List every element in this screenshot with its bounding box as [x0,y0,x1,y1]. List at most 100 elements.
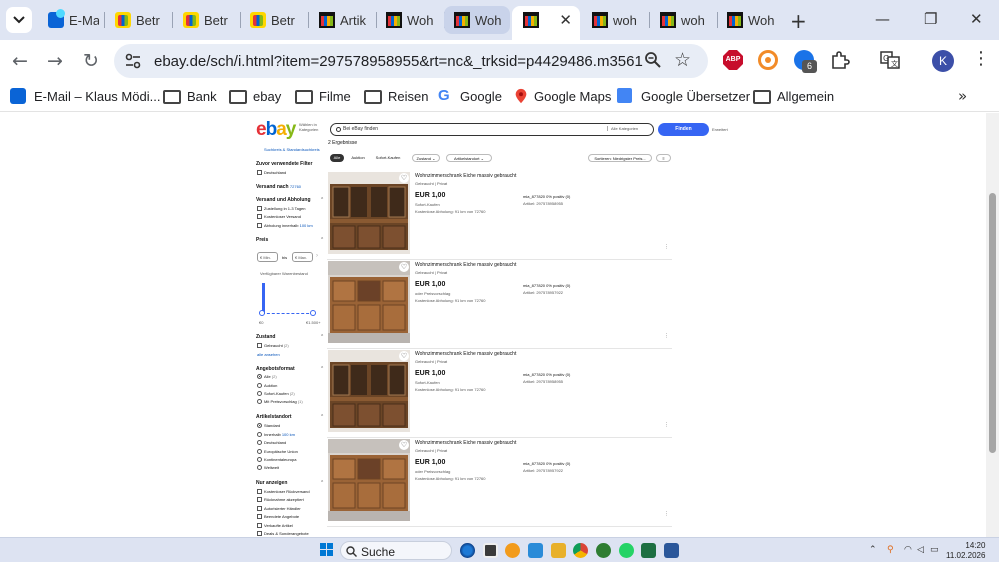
clock[interactable]: 14:20 11.02.2026 [946,541,985,561]
sort-dropdown[interactable]: Sortieren: Niedrigster Preis... [588,154,652,162]
listing-card[interactable]: ♡ Wohnzimmerschrank Eiche massiv gebrauc… [327,261,672,349]
radio-button[interactable] [257,449,262,454]
address-bar[interactable]: ebay.de/sch/i.html?item=297578958955&rt=… [114,44,708,78]
minimize-button[interactable]: — [875,10,890,28]
watchlist-heart-icon[interactable]: ♡ [399,173,409,183]
tab-artikel[interactable]: Artik [309,6,375,34]
tab-active[interactable]: ✕ [512,6,580,40]
listing-image[interactable] [328,439,410,521]
checkbox[interactable] [257,531,262,536]
listing-image[interactable] [328,172,410,254]
more-bookmarks-chevron-icon[interactable]: » [958,87,967,105]
listing-title[interactable]: Wohnzimmerschrank Eiche massiv gebraucht [415,173,516,179]
scrollbar-thumb[interactable] [989,193,996,453]
watchlist-heart-icon[interactable]: ♡ [399,262,409,272]
price-min-input[interactable]: € Min. [257,252,278,262]
radio-button[interactable] [257,423,262,428]
watchlist-heart-icon[interactable]: ♡ [399,351,409,361]
more-options-icon[interactable]: ⋮ [664,511,669,517]
listing-card[interactable]: ♡ Wohnzimmerschrank Eiche massiv gebrauc… [327,172,672,260]
volume-icon[interactable]: ◁ [917,545,924,555]
radio-button[interactable] [257,374,262,379]
zoom-icon[interactable] [644,51,662,69]
tray-app-icon[interactable]: ⚲ [887,545,894,555]
more-options-icon[interactable]: ⋮ [664,244,669,250]
listing-image[interactable] [328,350,410,432]
new-tab-button[interactable]: + [790,9,807,33]
checkbox[interactable] [257,343,262,348]
category-picker[interactable]: Wählen in Kategorien [299,122,324,132]
tab-woh-4[interactable]: woh [650,6,716,34]
profile-avatar[interactable]: K [932,50,954,72]
radio-button[interactable] [257,391,262,396]
battery-icon[interactable]: ▭ [930,545,939,555]
tray-chevron-icon[interactable]: ⌃ [869,545,877,555]
forward-button[interactable]: → [47,50,63,72]
browser-menu-icon[interactable]: ⋮ [972,48,990,69]
chevron-up-icon[interactable]: ⌃ [320,334,324,340]
radio-button[interactable] [257,440,262,445]
listing-title[interactable]: Wohnzimmerschrank Eiche massiv gebraucht [415,262,516,268]
view-toggle[interactable]: ≡ [656,154,671,162]
checkbox[interactable] [257,489,262,494]
chrome-icon[interactable] [573,543,588,558]
search-app-icon[interactable] [505,543,520,558]
more-options-icon[interactable]: ⋮ [664,333,669,339]
listing-title[interactable]: Wohnzimmerschrank Eiche massiv gebraucht [415,440,516,446]
listing-card[interactable]: ♡ Wohnzimmerschrank Eiche massiv gebrauc… [327,439,672,527]
listing-title[interactable]: Wohnzimmerschrank Eiche massiv gebraucht [415,351,516,357]
listing-card[interactable]: ♡ Wohnzimmerschrank Eiche massiv gebrauc… [327,350,672,438]
radio-button[interactable] [257,399,262,404]
more-options-icon[interactable]: ⋮ [664,422,669,428]
chevron-up-icon[interactable]: ⌃ [320,197,324,203]
checkbox[interactable] [257,514,262,519]
adblock-plus-icon[interactable]: ABP [723,50,743,70]
sidebar-link[interactable]: Suchkreis & Standardsuchkreis [264,147,320,152]
wifi-icon[interactable]: ◠ [904,545,912,555]
tab-woh-2[interactable]: Woh [444,6,510,34]
word-icon[interactable] [664,543,679,558]
tab-woh-5[interactable]: Woh [717,6,783,34]
ship-to-zip-link[interactable]: 72760 [290,184,301,189]
price-slider-min-handle[interactable] [259,310,265,316]
watchlist-heart-icon[interactable]: ♡ [399,440,409,450]
filter-pill-auction[interactable]: Auktion [348,154,368,162]
chevron-up-icon[interactable]: ⌃ [320,366,324,372]
radio-button[interactable] [257,432,262,437]
checkbox[interactable] [257,506,262,511]
filter-pill-all[interactable]: Alle [330,154,344,162]
ebay-search-input[interactable]: Bei eBay finden Alle Kategorien [330,123,654,136]
tab-woh-1[interactable]: Woh [376,6,442,34]
price-max-input[interactable]: € Max. [292,252,313,262]
reload-button[interactable]: ↻ [83,50,99,72]
extensions-puzzle-icon[interactable] [830,50,850,70]
checkbox[interactable] [257,214,262,219]
price-submit-arrow-icon[interactable]: › [316,253,318,259]
page-scrollbar[interactable] [986,113,999,537]
whatsapp-icon[interactable] [619,543,634,558]
tab-woh-3[interactable]: woh [582,6,648,34]
file-explorer-icon[interactable] [551,543,566,558]
filter-dropdown-condition[interactable]: Zustand ⌄ [412,154,440,162]
checkbox[interactable] [257,523,262,528]
site-settings-icon[interactable] [124,52,142,70]
chevron-up-icon[interactable]: ⌃ [320,414,324,420]
close-window-button[interactable]: ✕ [970,10,983,28]
listing-image[interactable] [328,261,410,343]
excel-icon[interactable] [641,543,656,558]
back-button[interactable]: ← [12,50,28,72]
category-select[interactable]: Alle Kategorien [607,126,638,131]
checkbox[interactable] [257,497,262,502]
advanced-search-link[interactable]: Erweitert [712,127,728,132]
url-text[interactable]: ebay.de/sch/i.html?item=297578958955&rt=… [154,53,644,70]
tab-search-button[interactable] [6,7,32,33]
tab-betr-1[interactable]: Betr [105,6,171,34]
checkbox[interactable] [257,170,262,175]
chevron-up-icon[interactable]: ⌃ [320,480,324,486]
radio-button[interactable] [257,383,262,388]
restore-button[interactable]: ❐ [924,10,937,28]
radius-link[interactable]: 100 km [300,223,313,228]
chevron-up-icon[interactable]: ⌃ [320,237,324,243]
task-view-icon[interactable] [483,543,498,558]
price-slider-max-handle[interactable] [310,310,316,316]
